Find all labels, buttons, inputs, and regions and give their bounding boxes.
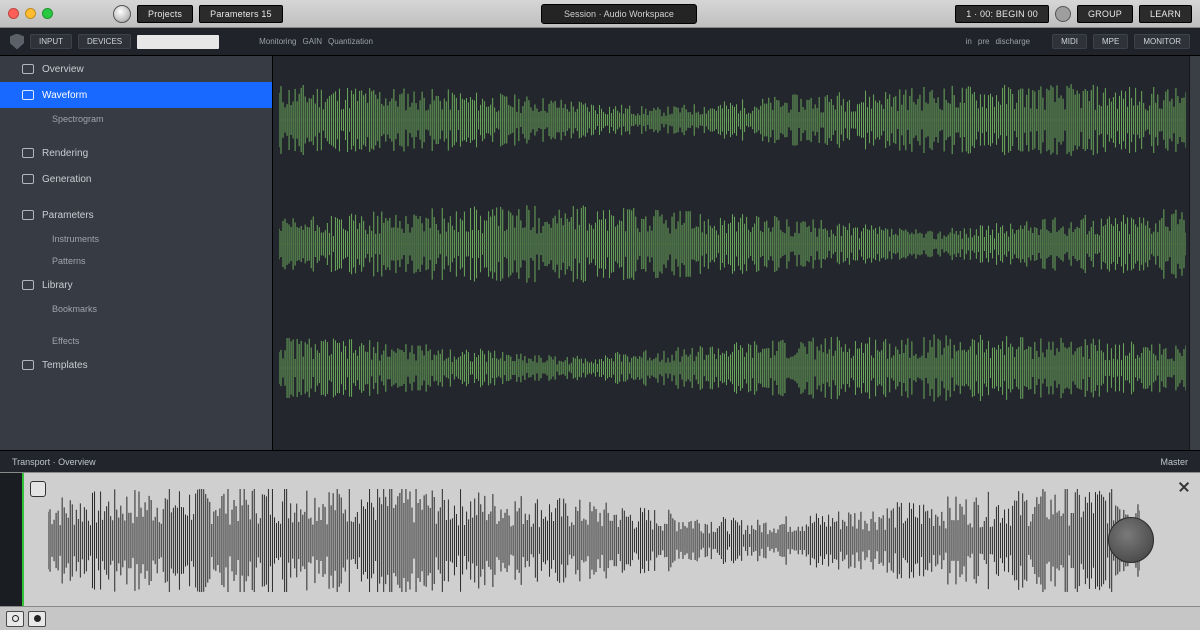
minimize-window-button[interactable] <box>25 8 36 19</box>
toolbar-status: discharge <box>995 37 1030 46</box>
sidebar-item[interactable]: Effects <box>0 330 272 352</box>
sidebar-item-label: Instruments <box>52 234 99 244</box>
audio-track[interactable] <box>273 308 1200 428</box>
midi-button[interactable]: MIDI <box>1052 34 1087 49</box>
status-bar <box>0 606 1200 630</box>
sidebar-item-label: Library <box>42 280 73 291</box>
sidebar-item-label: Patterns <box>52 256 86 266</box>
waveform-icon <box>279 308 1186 428</box>
folder-icon <box>22 280 34 290</box>
sidebar-item-label: Rendering <box>42 148 88 159</box>
footer-button-b[interactable] <box>28 611 46 627</box>
fullscreen-window-button[interactable] <box>42 8 53 19</box>
projects-button[interactable]: Projects <box>137 5 193 23</box>
sidebar-item[interactable]: Generation <box>0 166 272 192</box>
shield-icon <box>10 34 24 50</box>
waveform-icon <box>279 184 1186 304</box>
sidebar-item-label: Templates <box>42 360 88 371</box>
sidebar-item-label: Bookmarks <box>52 304 97 314</box>
app-toolbar: INPUT DEVICES Monitoring GAIN Quantizati… <box>0 28 1200 56</box>
audio-track[interactable] <box>273 184 1200 304</box>
toolbar-menu-item[interactable]: GAIN <box>302 37 322 46</box>
sidebar-item[interactable]: Patterns <box>0 250 272 272</box>
sidebar-item[interactable]: Templates <box>0 352 272 378</box>
toolbar-status: pre <box>978 37 990 46</box>
devices-chip[interactable]: DEVICES <box>78 34 131 49</box>
folder-icon <box>22 90 34 100</box>
monitor-button[interactable]: MONITOR <box>1134 34 1190 49</box>
sidebar-item-label: Waveform <box>42 90 87 101</box>
transport-display[interactable]: 1 · 00: BEGIN 00 <box>955 5 1049 23</box>
dock-tool-icon[interactable] <box>30 481 46 497</box>
waveform-icon <box>279 60 1186 180</box>
sidebar-item-label: Overview <box>42 64 84 75</box>
folder-icon <box>22 360 34 370</box>
sidebar-spacer <box>0 192 272 202</box>
close-window-button[interactable] <box>8 8 19 19</box>
sidebar-item-label: Parameters <box>42 210 94 221</box>
overview-waveform-icon[interactable] <box>48 489 1140 592</box>
dock-title: Transport · Overview <box>12 457 96 467</box>
window-titlebar: Projects Parameters 15 Session · Audio W… <box>0 0 1200 28</box>
toolbar-status: in <box>966 37 972 46</box>
sidebar-item[interactable]: Bookmarks <box>0 298 272 320</box>
audio-track[interactable] <box>273 60 1200 180</box>
sidebar-item[interactable]: Overview <box>0 56 272 82</box>
footer-button-a[interactable] <box>6 611 24 627</box>
folder-icon <box>22 148 34 158</box>
sidebar-item-label: Effects <box>52 336 79 346</box>
sidebar-item[interactable]: Rendering <box>0 140 272 166</box>
folder-icon <box>22 210 34 220</box>
mpe-button[interactable]: MPE <box>1093 34 1128 49</box>
sidebar: Overview Waveform Spectrogram Rendering Gene… <box>0 56 272 450</box>
dock-master-label: Master <box>1160 457 1188 467</box>
main-pane: Overview Waveform Spectrogram Rendering Gene… <box>0 56 1200 450</box>
sidebar-item[interactable]: Library <box>0 272 272 298</box>
search-input[interactable] <box>137 35 219 49</box>
folder-icon <box>22 174 34 184</box>
level-meter <box>0 473 24 606</box>
playhead-knob[interactable] <box>1108 517 1154 563</box>
sidebar-item[interactable]: Instruments <box>0 228 272 250</box>
sidebar-item-selected[interactable]: Waveform <box>0 82 272 108</box>
group-button[interactable]: GROUP <box>1077 5 1133 23</box>
toolbar-menu-item[interactable]: Quantization <box>328 37 373 46</box>
sidebar-item[interactable]: Spectrogram <box>0 108 272 130</box>
sidebar-spacer <box>0 320 272 330</box>
app-logo-icon <box>113 5 131 23</box>
track-area[interactable] <box>272 56 1200 450</box>
close-dock-icon[interactable] <box>1178 481 1190 493</box>
learn-button[interactable]: LEARN <box>1139 5 1192 23</box>
parameters-button[interactable]: Parameters 15 <box>199 5 283 23</box>
sidebar-item-label: Spectrogram <box>52 114 104 124</box>
folder-icon <box>22 64 34 74</box>
overview-dock <box>0 472 1200 606</box>
toolbar-menu-item[interactable]: Monitoring <box>259 37 296 46</box>
sidebar-item-label: Generation <box>42 174 91 185</box>
dock-header: Transport · Overview Master <box>0 450 1200 472</box>
sidebar-item[interactable]: Parameters <box>0 202 272 228</box>
input-chip[interactable]: INPUT <box>30 34 72 49</box>
session-title: Session · Audio Workspace <box>541 4 697 24</box>
user-avatar-icon[interactable] <box>1055 6 1071 22</box>
sidebar-spacer <box>0 130 272 140</box>
